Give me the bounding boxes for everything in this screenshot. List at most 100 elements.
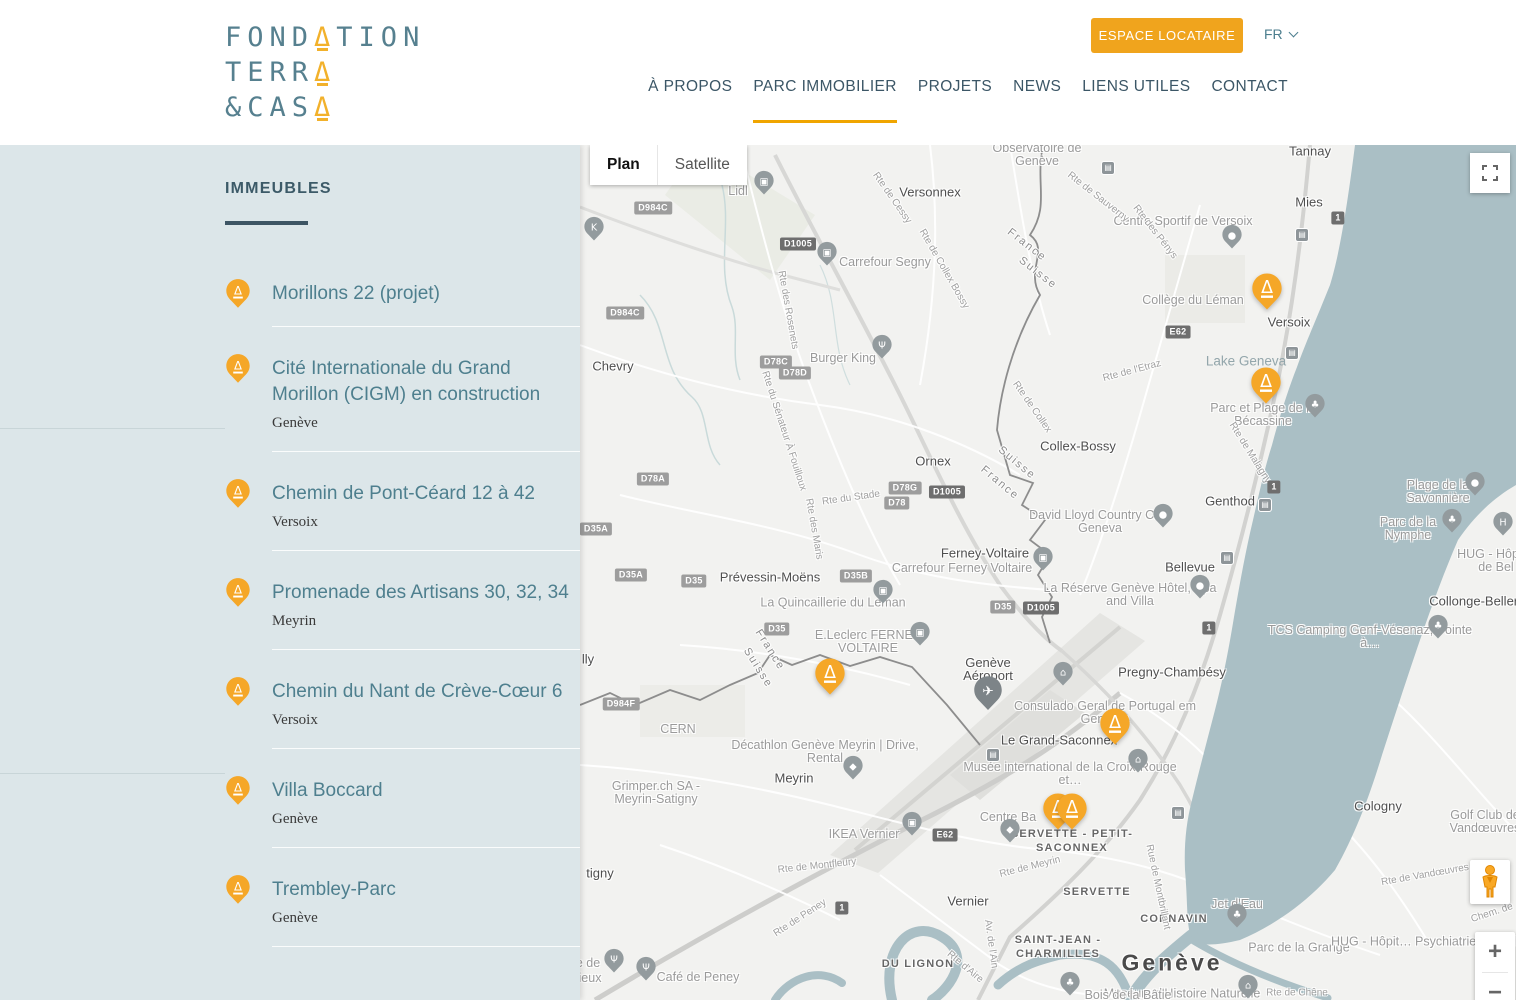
- property-title[interactable]: Morillons 22 (projet): [272, 281, 580, 307]
- property-marker[interactable]: Δ: [1056, 792, 1088, 840]
- property-list-item[interactable]: ΔPromenade des Artisans 30, 32, 34Meyrin: [225, 580, 580, 650]
- cart-poi-icon[interactable]: ▣: [902, 811, 923, 844]
- train-station-icon[interactable]: ▤: [1220, 551, 1234, 565]
- svg-text:K: K: [591, 222, 598, 233]
- map-label: Vernier: [947, 894, 988, 909]
- route-badge: D78A: [637, 473, 669, 486]
- svg-text:◆: ◆: [849, 761, 857, 772]
- property-city: Genève: [272, 811, 580, 828]
- generic-poi-icon[interactable]: ●: [1190, 574, 1211, 607]
- property-list-item[interactable]: Δ Cité Internationale du Grand Morillon (…: [225, 356, 580, 452]
- hospital-poi-icon[interactable]: H: [1493, 511, 1514, 544]
- map-label: Pregny-Chambésy: [1118, 665, 1226, 680]
- train-station-icon[interactable]: ▤: [986, 748, 1000, 762]
- k-poi-icon[interactable]: K: [584, 216, 605, 249]
- cart-poi-icon[interactable]: ▣: [817, 241, 838, 274]
- svg-text:♣: ♣: [1448, 514, 1457, 525]
- pegman-icon: [1479, 865, 1501, 899]
- fullscreen-button[interactable]: [1470, 153, 1510, 193]
- fork-poi-icon[interactable]: Ψ: [636, 956, 657, 989]
- map-label: Carrefour Segny: [839, 255, 931, 269]
- map-label: Collex-Bossy: [1040, 439, 1116, 454]
- map[interactable]: Observatoire de GenèveTannayVersonnexMie…: [580, 145, 1516, 1000]
- museum-poi-icon[interactable]: ⌂: [1053, 661, 1074, 694]
- cart-poi-icon[interactable]: ▣: [873, 579, 894, 612]
- property-list-item[interactable]: Δ Villa Boccard Genève: [225, 778, 580, 848]
- svg-text:Δ: Δ: [234, 358, 242, 372]
- map-label: Carrefour Ferney Voltaire: [892, 561, 1032, 575]
- cart-poi-icon[interactable]: ▣: [1033, 546, 1054, 579]
- tree-poi-icon[interactable]: ♣: [1305, 393, 1326, 426]
- property-marker[interactable]: Δ: [814, 657, 846, 705]
- tree-poi-icon[interactable]: ♣: [1428, 614, 1449, 647]
- map-type-plan-button[interactable]: Plan: [590, 145, 657, 185]
- property-title[interactable]: Cité Internationale du Grand Morillon (C…: [272, 356, 580, 408]
- property-title[interactable]: Chemin de Pont-Céard 12 à 42: [272, 481, 580, 507]
- route-badge: 1: [1331, 212, 1344, 225]
- tree-poi-icon[interactable]: ♣: [1227, 903, 1248, 936]
- zoom-control: + −: [1475, 932, 1515, 1000]
- property-list-item[interactable]: ΔChemin du Nant de Crève-Cœur 6Versoix: [225, 679, 580, 749]
- fork-poi-icon[interactable]: Ψ: [872, 334, 893, 367]
- nav-item-contact[interactable]: CONTACT: [1211, 78, 1288, 96]
- train-station-icon[interactable]: ▤: [1171, 806, 1185, 820]
- nav-item-parc-immobilier[interactable]: PARC IMMOBILIER: [753, 78, 897, 96]
- property-marker[interactable]: Δ: [1251, 272, 1283, 320]
- svg-text:Δ: Δ: [1261, 278, 1273, 298]
- sidebar: IMMEUBLES ΔMorillons 22 (projet)ΔCité In…: [0, 145, 580, 1000]
- property-title[interactable]: Promenade des Artisans 30, 32, 34: [272, 580, 580, 606]
- museum-poi-icon[interactable]: ⌂: [1238, 974, 1259, 1000]
- logo-line: FONDΔTION: [225, 20, 425, 55]
- nav-item-liens-utiles[interactable]: LIENS UTILES: [1082, 78, 1190, 96]
- logo[interactable]: FONDΔTIONTERRΔ&CASΔ: [225, 20, 425, 125]
- plane-poi-icon[interactable]: ✈: [973, 675, 1003, 720]
- bag-poi-icon[interactable]: ◆: [843, 755, 864, 788]
- map-label: Rte du Stade: [821, 488, 880, 507]
- property-title[interactable]: Chemin du Nant de Crève-Cœur 6: [272, 679, 580, 705]
- language-selector[interactable]: FR: [1264, 26, 1297, 42]
- route-badge: D1005: [780, 238, 816, 251]
- tree-poi-icon[interactable]: ♣: [1060, 971, 1081, 1000]
- map-type-satellite-button[interactable]: Satellite: [657, 145, 747, 185]
- fork-poi-icon[interactable]: Ψ: [604, 948, 625, 981]
- nav-item--propos[interactable]: À PROPOS: [648, 78, 732, 96]
- zoom-in-button[interactable]: +: [1475, 932, 1515, 972]
- property-marker[interactable]: Δ: [1099, 707, 1131, 755]
- train-station-icon[interactable]: ▤: [1258, 498, 1272, 512]
- generic-poi-icon[interactable]: ●: [1222, 224, 1243, 257]
- train-station-icon[interactable]: ▤: [1101, 161, 1115, 175]
- map-label: Chem. de: [1470, 901, 1515, 925]
- property-marker[interactable]: Δ: [1250, 366, 1282, 414]
- bag-poi-icon[interactable]: ◆: [1000, 818, 1021, 851]
- property-title[interactable]: Villa Boccard: [272, 778, 580, 804]
- svg-text:▣: ▣: [1038, 552, 1047, 563]
- zoom-out-button[interactable]: −: [1475, 973, 1515, 1000]
- generic-poi-icon[interactable]: ●: [1465, 471, 1486, 504]
- train-station-icon[interactable]: ▤: [1295, 228, 1309, 242]
- nav-item-projets[interactable]: PROJETS: [918, 78, 992, 96]
- train-station-icon[interactable]: ▤: [1285, 346, 1299, 360]
- map-label: Bois de la Bâtie: [1085, 988, 1172, 1000]
- svg-text:●: ●: [1196, 580, 1204, 591]
- property-list-item[interactable]: ΔChemin de Pont-Céard 12 à 42Versoix: [225, 481, 580, 551]
- route-badge: 1: [835, 902, 848, 915]
- cart-poi-icon[interactable]: ▣: [754, 170, 775, 203]
- map-label: Versonnex: [899, 185, 960, 200]
- property-list-item[interactable]: ΔTrembley-ParcGenève: [225, 877, 580, 947]
- property-pin-icon: Δ: [225, 775, 251, 814]
- property-list-item[interactable]: ΔMorillons 22 (projet): [225, 281, 580, 327]
- tree-poi-icon[interactable]: ♣: [1442, 508, 1463, 541]
- espace-locataire-button[interactable]: ESPACE LOCATAIRE: [1091, 18, 1243, 53]
- nav-item-news[interactable]: NEWS: [1013, 78, 1061, 96]
- pegman-button[interactable]: [1470, 860, 1510, 904]
- map-label: Collège du Léman: [1142, 293, 1243, 307]
- map-label: Rte des Pénys: [1131, 203, 1180, 261]
- generic-poi-icon[interactable]: ●: [1153, 503, 1174, 536]
- map-label: Rte de l'Etraz: [1102, 358, 1163, 384]
- route-badge: D78G: [889, 482, 922, 495]
- logo-triangle-icon: Δ: [314, 22, 336, 53]
- property-title[interactable]: Trembley-Parc: [272, 877, 580, 903]
- cart-poi-icon[interactable]: ▣: [910, 621, 931, 654]
- svg-text:✈: ✈: [982, 684, 994, 700]
- map-label: Prévessin-Moëns: [720, 570, 820, 585]
